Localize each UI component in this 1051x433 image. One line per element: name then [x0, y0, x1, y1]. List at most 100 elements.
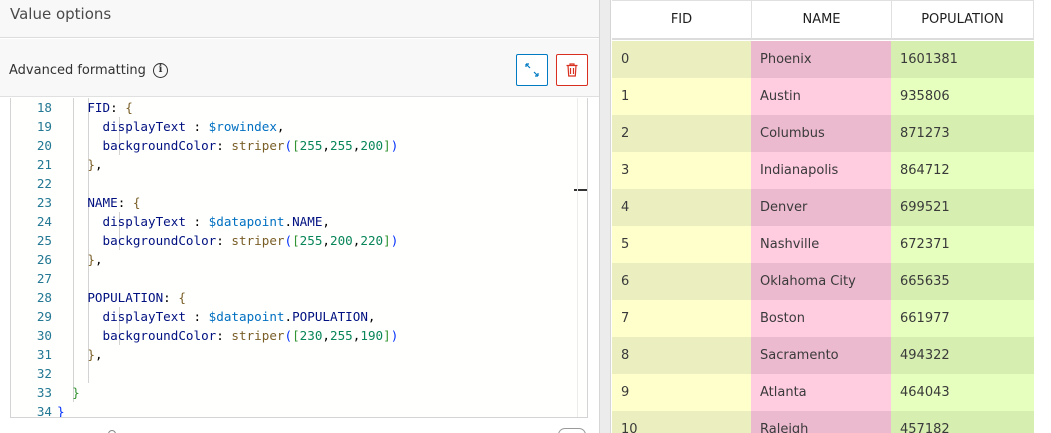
code-token: (: [284, 138, 293, 153]
code-line[interactable]: displayText : $datapoint.NAME,: [57, 212, 331, 231]
table-row[interactable]: 3 Indianapolis 864712: [612, 152, 1034, 189]
code-line[interactable]: },: [57, 250, 103, 269]
cell-fid: 9: [612, 374, 751, 411]
cell-fid: 8: [612, 337, 751, 374]
value-options-header[interactable]: Value options: [0, 0, 599, 38]
code-token: :: [117, 195, 133, 210]
code-token: NAME: [292, 214, 323, 229]
code-token: :: [216, 328, 232, 343]
line-number: 32: [36, 366, 52, 381]
info-icon[interactable]: i: [153, 63, 168, 78]
column-header-population[interactable]: POPULATION: [891, 1, 1034, 39]
code-line[interactable]: },: [57, 155, 102, 174]
code-token: backgroundColor: [102, 233, 217, 248]
table-row[interactable]: 1 Austin 935806: [612, 78, 1034, 115]
code-token: ,: [94, 347, 103, 362]
cell-fid: 7: [612, 300, 751, 337]
code-token: 255: [299, 233, 323, 248]
cell-name: Columbus: [751, 115, 891, 152]
code-token: displayText: [102, 214, 186, 229]
cell-fid: 10: [612, 411, 751, 433]
table-header: FID NAME POPULATION: [612, 0, 1034, 40]
cell-fid: 6: [612, 263, 751, 300]
code-token: backgroundColor: [102, 328, 217, 343]
table-row[interactable]: 9 Atlanta 464043: [612, 374, 1034, 411]
line-number-gutter: 18 19 20 21 22 23 24 25 26 27 28 29 30 31 32 33 34: [11, 98, 57, 417]
code-token: striper: [231, 233, 285, 248]
cell-fid: 5: [612, 226, 751, 263]
table-scrollbar[interactable]: [1035, 0, 1051, 433]
advanced-formatting-row: Advanced formatting i: [0, 39, 599, 97]
code-area[interactable]: FID: { displayText : $rowindex, backgrou…: [57, 98, 587, 417]
code-line[interactable]: displayText : $rowindex,: [57, 117, 285, 136]
code-token: 255: [330, 138, 353, 153]
panel-resize-handle[interactable]: [599, 0, 611, 433]
editor-scrollbar[interactable]: [577, 98, 587, 417]
code-line[interactable]: POPULATION: {: [57, 288, 186, 307]
code-line[interactable]: },: [57, 345, 103, 364]
code-token: ]: [383, 233, 391, 248]
table-row[interactable]: 5 Nashville 672371: [612, 226, 1034, 263]
line-number: 29: [36, 309, 52, 324]
code-token: 190: [360, 328, 384, 343]
code-token: {: [125, 100, 133, 115]
cell-population: 464043: [891, 374, 1034, 411]
code-token: :: [163, 290, 179, 305]
cell-population: 864712: [891, 152, 1034, 189]
code-token: ): [390, 233, 399, 248]
code-line[interactable]: NAME: {: [57, 193, 140, 212]
column-header-fid[interactable]: FID: [612, 1, 751, 39]
table-row[interactable]: 10 Raleigh 457182: [612, 411, 1034, 433]
code-token: }: [87, 347, 95, 362]
code-token: ,: [94, 252, 103, 267]
code-token: [: [292, 233, 300, 248]
cell-name: Raleigh: [751, 411, 891, 433]
line-number: 24: [36, 214, 52, 229]
toggle-switch[interactable]: [558, 428, 586, 433]
code-token: 255: [330, 328, 353, 343]
column-header-name[interactable]: NAME: [751, 1, 891, 39]
code-token: displayText: [102, 119, 186, 134]
code-line[interactable]: displayText : $datapoint.POPULATION,: [57, 307, 376, 326]
line-number: 22: [36, 176, 52, 191]
code-token: (: [284, 233, 293, 248]
arcade-code-editor[interactable]: 18 19 20 21 22 23 24 25 26 27 28 29 30 31 32 33 34 FID: …: [10, 98, 588, 418]
code-token: POPULATION: [87, 290, 164, 305]
code-token: ): [390, 138, 399, 153]
table-row[interactable]: 8 Sacramento 494322: [612, 337, 1034, 374]
expand-editor-button[interactable]: [516, 54, 548, 86]
line-number: 28: [36, 290, 52, 305]
code-line[interactable]: backgroundColor: striper([255,200,220]): [57, 231, 399, 250]
code-token: POPULATION: [292, 309, 368, 324]
table-row[interactable]: 2 Columbus 871273: [612, 115, 1034, 152]
code-token: ,: [322, 328, 331, 343]
table-row[interactable]: 6 Oklahoma City 665635: [612, 263, 1034, 300]
code-token: $datapoint: [208, 309, 285, 324]
delete-expression-button[interactable]: [556, 54, 588, 86]
cell-population: 871273: [891, 115, 1034, 152]
table-row[interactable]: 0 Phoenix 1601381: [612, 41, 1034, 78]
table-row[interactable]: 4 Denver 699521: [612, 189, 1034, 226]
line-number: 21: [36, 157, 52, 172]
code-line[interactable]: backgroundColor: striper([255,255,200]): [57, 136, 399, 155]
line-number: 26: [36, 252, 52, 267]
table-row[interactable]: 7 Boston 661977: [612, 300, 1034, 337]
cell-fid: 1: [612, 78, 751, 115]
line-number: 27: [36, 271, 52, 286]
code-token: $datapoint: [208, 214, 285, 229]
cell-population: 1601381: [891, 41, 1034, 78]
code-line[interactable]: }: [57, 402, 65, 417]
table-preview: FID NAME POPULATION 0 Phoenix 1601381 1 Aust…: [612, 0, 1051, 433]
cell-population: 457182: [891, 411, 1034, 433]
code-line[interactable]: FID: {: [57, 98, 133, 117]
cell-fid: 3: [612, 152, 751, 189]
code-line[interactable]: backgroundColor: striper([230,255,190]): [57, 326, 399, 345]
code-line[interactable]: }: [57, 383, 80, 402]
code-token: striper: [231, 138, 285, 153]
code-token: {: [132, 195, 141, 210]
cell-name: Phoenix: [751, 41, 891, 78]
code-token: striper: [231, 328, 285, 343]
